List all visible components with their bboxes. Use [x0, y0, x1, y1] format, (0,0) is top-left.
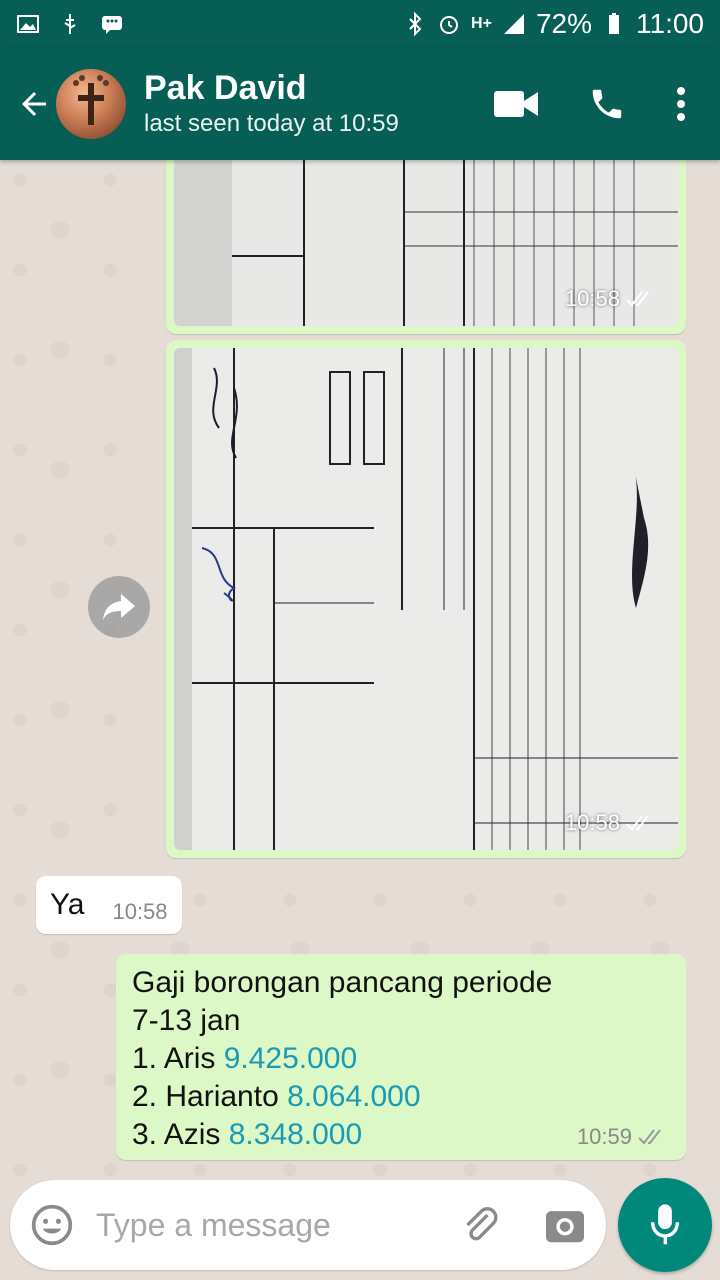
- video-call-icon[interactable]: [494, 89, 538, 119]
- payment-item: 1. Aris 9.425.000: [132, 1042, 358, 1075]
- avatar[interactable]: [56, 69, 126, 139]
- usb-icon: [64, 14, 76, 34]
- contact-name: Pak David: [144, 69, 307, 107]
- message-text: Ya: [50, 888, 85, 921]
- double-check-icon: [626, 291, 649, 307]
- phone-call-icon[interactable]: [588, 85, 626, 123]
- network-type: H+: [471, 15, 492, 32]
- image-message[interactable]: 10:58: [166, 160, 686, 334]
- voice-record-button[interactable]: [618, 1178, 712, 1272]
- microphone-icon: [650, 1204, 680, 1245]
- message-line: Gaji borongan pancang periode: [132, 966, 553, 999]
- chat-area[interactable]: 10:58 10:58 Ya 10:58 Gaji borongan panca…: [0, 160, 720, 1180]
- phone-number-link[interactable]: 8.348.000: [229, 1118, 362, 1151]
- alarm-icon: [440, 16, 459, 34]
- phone-number-link[interactable]: 9.425.000: [224, 1042, 357, 1075]
- arrow-back-icon: [22, 92, 46, 116]
- clock: 11:00: [636, 8, 704, 39]
- bbm-icon: [102, 16, 122, 34]
- incoming-message[interactable]: Ya 10:58: [36, 876, 182, 934]
- contact-info[interactable]: Pak David last seen today at 10:59: [144, 68, 399, 140]
- outgoing-message[interactable]: Gaji borongan pancang periode 7-13 jan 1…: [116, 954, 686, 1160]
- message-timestamp: 10:59: [577, 1124, 668, 1150]
- rosary-cross-icon: [73, 75, 109, 125]
- message-input[interactable]: Type a message: [96, 1207, 331, 1244]
- payment-item: 2. Harianto 8.064.000: [132, 1080, 421, 1113]
- back-button[interactable]: [14, 84, 54, 124]
- battery-icon: [609, 13, 619, 34]
- last-seen-status: last seen today at 10:59: [144, 110, 399, 137]
- forward-arrow-icon: [103, 594, 135, 620]
- emoji-icon[interactable]: [30, 1203, 74, 1247]
- status-bar: H+ 72% 11:00: [0, 0, 720, 48]
- battery-percent: 72%: [535, 8, 592, 39]
- gallery-icon: [17, 15, 39, 33]
- signal-icon: [503, 14, 524, 34]
- document-photo[interactable]: 10:58: [174, 160, 678, 326]
- receipt-photo-image: [174, 348, 678, 850]
- message-timestamp: 10:58: [112, 899, 168, 924]
- more-options-icon[interactable]: [676, 86, 686, 122]
- attach-icon[interactable]: [460, 1205, 500, 1245]
- double-check-icon: [638, 1129, 661, 1145]
- camera-icon[interactable]: [544, 1206, 586, 1244]
- image-message[interactable]: 10:58: [166, 340, 686, 858]
- message-input-bar[interactable]: Type a message: [10, 1180, 606, 1270]
- phone-number-link[interactable]: 8.064.000: [287, 1080, 420, 1113]
- message-line: 7-13 jan: [132, 1004, 241, 1037]
- image-timestamp: 10:58: [565, 810, 656, 836]
- chat-header: Pak David last seen today at 10:59: [0, 48, 720, 160]
- document-photo[interactable]: 10:58: [174, 348, 678, 850]
- bluetooth-icon: [409, 12, 422, 36]
- double-check-icon: [626, 815, 649, 831]
- image-timestamp: 10:58: [565, 286, 656, 312]
- forward-button[interactable]: [88, 576, 150, 638]
